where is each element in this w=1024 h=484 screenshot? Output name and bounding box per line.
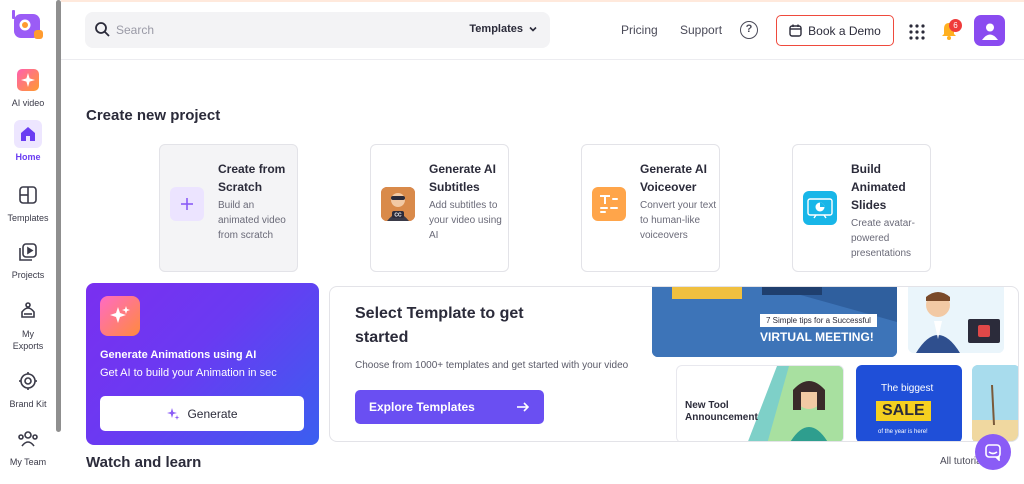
sidebar-item-ai-video[interactable]: AI video <box>0 66 56 108</box>
arrow-right-icon <box>517 402 530 412</box>
templates-grid-icon <box>14 181 42 209</box>
thumb-meeting-title: VIRTUAL MEETING! <box>760 330 874 344</box>
app-logo[interactable] <box>12 10 44 40</box>
sidebar-item-label: My Exports <box>12 329 44 351</box>
card-desc: Create avatar-powered presentations <box>851 218 915 259</box>
template-panel-desc: Choose from 1000+ templates and get star… <box>355 360 629 371</box>
generate-button[interactable]: Generate <box>100 396 304 431</box>
thumb-announce-title: New Tool Announcement <box>685 400 758 423</box>
card-generate-ai-subtitles[interactable]: CC Generate AI Subtitles Add subtitles t… <box>370 144 509 272</box>
template-thumb-sale[interactable]: The biggest SALE of the year is here! <box>856 365 962 441</box>
slides-icon <box>803 191 837 225</box>
generate-panel-title: Generate Animations using AI <box>100 349 257 361</box>
card-generate-ai-voiceover[interactable]: Generate AI Voiceover Convert your text … <box>581 144 720 272</box>
sparkle-icon <box>167 407 180 420</box>
card-title: Build Animated Slides <box>851 162 906 212</box>
search-scope-dropdown[interactable]: Templates <box>469 23 538 35</box>
sidebar: AI video Home Templates Projects My Expo… <box>0 0 56 484</box>
user-icon <box>981 23 998 40</box>
subtitles-avatar-icon: CC <box>381 187 415 221</box>
projects-icon <box>14 238 42 266</box>
plus-icon <box>170 187 204 221</box>
card-title: Generate AI Voiceover <box>640 162 707 194</box>
apps-grid-icon[interactable] <box>909 24 925 45</box>
template-thumb-new-tool[interactable]: New Tool Announcement <box>676 365 844 441</box>
chevron-down-icon <box>529 26 537 32</box>
card-build-animated-slides[interactable]: Build Animated Slides Create avatar-powe… <box>792 144 931 272</box>
sidebar-item-home[interactable]: Home <box>0 120 56 162</box>
header: Search Templates Pricing Support ? Book … <box>61 2 1024 60</box>
support-link[interactable]: Support <box>680 23 722 37</box>
search-bar[interactable]: Search Templates <box>85 12 550 48</box>
sidebar-item-brand-kit[interactable]: Brand Kit <box>0 367 56 409</box>
sidebar-item-label: My Team <box>9 457 47 467</box>
search-input[interactable]: Search <box>116 23 154 37</box>
voiceover-icon <box>592 187 626 221</box>
search-icon <box>94 21 110 42</box>
generate-ai-panel: Generate Animations using AI Get AI to b… <box>86 283 319 445</box>
svg-text:CC: CC <box>394 213 402 219</box>
template-thumb-partial[interactable] <box>972 365 1018 441</box>
template-thumb-virtual-meeting[interactable]: 7 Simple tips for a Successful VIRTUAL M… <box>652 287 897 357</box>
thumb-sale-big: SALE <box>876 401 931 421</box>
sidebar-item-templates[interactable]: Templates <box>0 181 56 223</box>
template-panel-title: Select Template to get started <box>355 305 524 346</box>
sidebar-item-projects[interactable]: Projects <box>0 238 56 280</box>
sidebar-scrollbar[interactable] <box>56 0 61 432</box>
generate-button-label: Generate <box>187 406 238 421</box>
watch-section-title: Watch and learn <box>86 454 202 471</box>
search-scope-label: Templates <box>469 23 523 35</box>
ai-sparkle-icon <box>100 296 140 336</box>
chat-launcher-button[interactable] <box>975 434 1011 470</box>
sidebar-item-label: Brand Kit <box>9 399 47 409</box>
generate-panel-subtitle: Get AI to build your Animation in sec <box>100 367 277 379</box>
card-desc: Build an animated video from scratch <box>218 200 286 241</box>
sidebar-item-label: Projects <box>11 270 45 280</box>
card-title: Create from Scratch <box>218 162 286 194</box>
calendar-icon <box>789 24 802 37</box>
sidebar-item-exports[interactable]: My Exports <box>0 296 56 352</box>
exports-icon <box>14 296 42 324</box>
explore-templates-label: Explore Templates <box>369 400 475 414</box>
pricing-link[interactable]: Pricing <box>621 23 658 37</box>
create-section-title: Create new project <box>86 107 221 124</box>
sidebar-item-my-team[interactable]: My Team <box>0 425 56 467</box>
explore-templates-button[interactable]: Explore Templates <box>355 390 544 424</box>
sidebar-item-label: Templates <box>7 213 49 223</box>
thumb-meeting-subtitle: 7 Simple tips for a Successful <box>760 314 877 327</box>
card-desc: Convert your text to human-like voiceove… <box>640 200 717 241</box>
book-demo-label: Book a Demo <box>808 23 881 38</box>
sidebar-item-label: Home <box>15 152 41 162</box>
sidebar-item-label: AI video <box>11 98 45 108</box>
user-avatar[interactable] <box>974 15 1005 46</box>
template-thumb-presenter[interactable] <box>908 287 1004 353</box>
thumb-sale-bottom: of the year is here! <box>878 429 928 435</box>
select-template-panel: Select Template to get started Choose fr… <box>329 286 1019 442</box>
chat-icon <box>985 444 1001 461</box>
home-icon <box>14 120 42 148</box>
help-icon[interactable]: ? <box>740 21 758 39</box>
card-create-from-scratch[interactable]: Create from Scratch Build an animated vi… <box>159 144 298 272</box>
brand-kit-icon <box>14 367 42 395</box>
book-demo-button[interactable]: Book a Demo <box>776 15 894 46</box>
team-icon <box>14 425 42 453</box>
ai-sparkle-icon <box>14 66 42 94</box>
card-desc: Add subtitles to your video using AI <box>429 200 502 241</box>
card-title: Generate AI Subtitles <box>429 162 496 194</box>
notification-badge: 6 <box>949 19 962 32</box>
thumb-sale-top: The biggest <box>881 383 934 394</box>
